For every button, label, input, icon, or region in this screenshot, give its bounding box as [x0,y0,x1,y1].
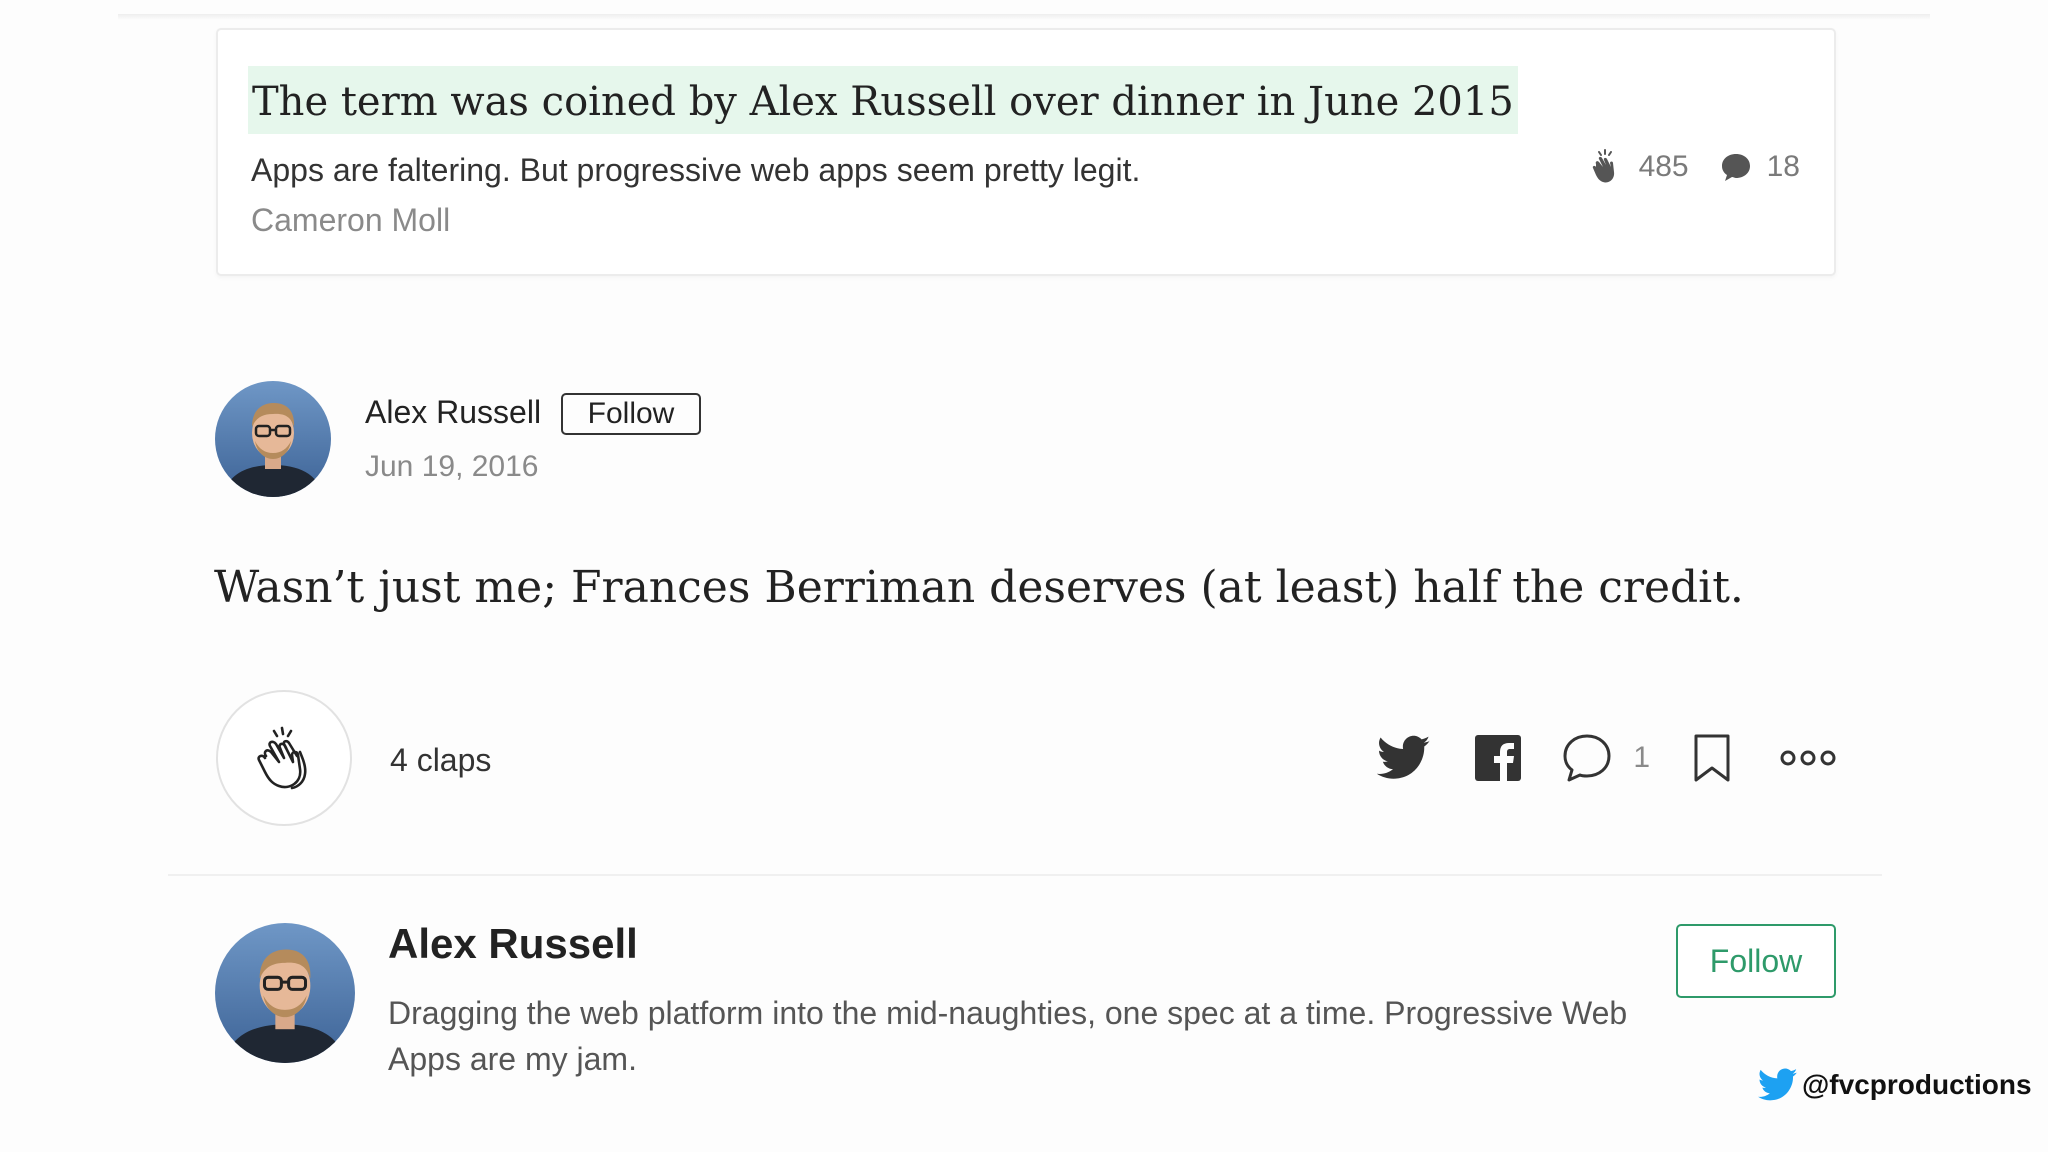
comment-bubble-icon [1721,154,1750,181]
story-claps-count: 485 [1638,150,1689,183]
avatar[interactable] [215,923,355,1063]
highlight-card[interactable]: The term was coined by Alex Russell over… [216,28,1836,276]
twitter-bird-icon [1758,1068,1798,1101]
story-responses: 18 [1719,150,1800,184]
clap-icon [257,726,307,790]
watermark: @fvcproductions [1758,1068,2032,1102]
highlighted-quote[interactable]: The term was coined by Alex Russell over… [248,66,1518,134]
more-options-button[interactable] [1780,748,1836,768]
follow-button[interactable]: Follow [561,393,701,435]
share-facebook-button[interactable] [1475,735,1522,781]
response-date[interactable]: Jun 19, 2016 [365,450,538,484]
story-subtitle: Apps are faltering. But progressive web … [251,152,1141,188]
more-icon [1780,750,1836,766]
clap-button[interactable] [216,690,352,826]
story-claps: 485 [1587,148,1689,186]
bio-author-name[interactable]: Alex Russell [388,920,638,968]
divider [168,874,1882,876]
story-stats: 485 18 [1587,148,1800,186]
avatar[interactable] [215,381,331,497]
response-body: Wasn’t just me; Frances Berriman deserve… [214,562,1744,613]
clap-count: 4 claps [390,742,492,778]
action-bar: 1 [1377,728,1836,788]
comment-count: 1 [1633,741,1650,774]
comment-icon [1563,734,1611,782]
response-author-name[interactable]: Alex Russell [365,394,541,431]
watermark-handle: @fvcproductions [1802,1069,2032,1100]
comment-button[interactable] [1561,732,1613,784]
author-photo [215,381,331,497]
bookmark-icon [1694,734,1730,782]
bio-follow-button[interactable]: Follow [1676,924,1836,998]
bio-description: Dragging the web platform into the mid-n… [388,995,1628,1077]
story-author[interactable]: Cameron Moll [251,202,450,239]
page: The term was coined by Alex Russell over… [0,0,2048,1152]
share-twitter-button[interactable] [1377,735,1431,781]
author-photo [215,923,355,1063]
clap-icon [1592,149,1614,183]
twitter-icon [1377,735,1431,779]
bookmark-button[interactable] [1692,733,1732,783]
top-shadow [118,14,1930,20]
story-responses-count: 18 [1766,150,1800,183]
facebook-icon [1475,735,1522,781]
